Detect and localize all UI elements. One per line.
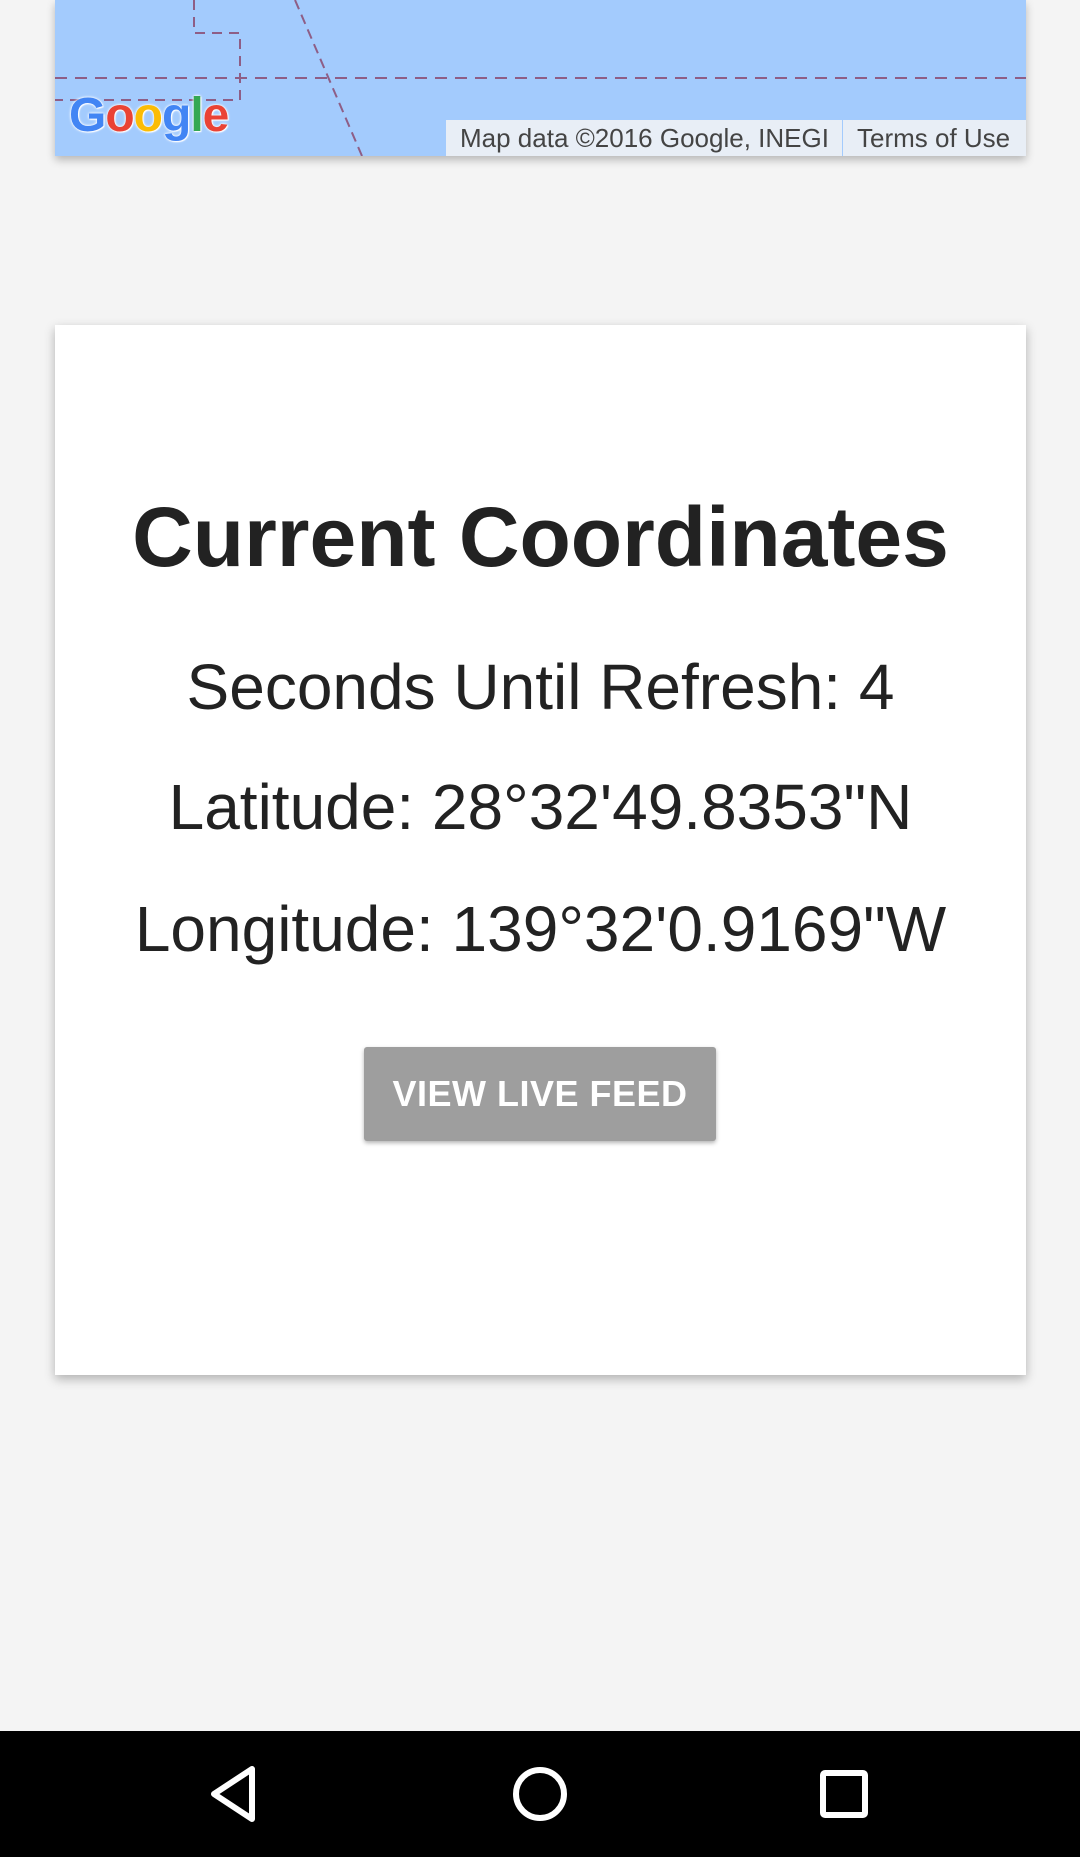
longitude-value: Longitude: 139°32'0.9169"W [134,893,947,965]
logo-letter: e [202,89,230,142]
back-button[interactable] [200,1759,270,1829]
back-triangle-icon [211,1766,255,1822]
logo-letter: o [133,89,163,142]
navigation-bar [0,1731,1080,1857]
recent-apps-square-icon [820,1770,868,1818]
state-border [55,0,241,101]
logo-letter: G [69,89,106,142]
terms-of-use-link[interactable]: Terms of Use [843,120,1026,156]
coordinates-title: Current Coordinates [132,490,949,584]
map-view[interactable]: Google Map data ©2016 Google, INEGI Term… [55,0,1026,156]
logo-letter: o [105,89,134,142]
refresh-countdown: Seconds Until Refresh: 4 [186,651,895,723]
latitude-value: Latitude: 28°32'49.8353"N [168,771,913,843]
home-button[interactable] [505,1759,575,1829]
logo-letter: l [190,89,203,142]
coordinates-card: Current Coordinates Seconds Until Refres… [55,325,1026,1375]
view-live-feed-button[interactable]: VIEW LIVE FEED [364,1047,716,1141]
logo-letter: g [162,89,191,142]
home-circle-icon [513,1767,567,1821]
map-attribution: Map data ©2016 Google, INEGI [446,120,842,156]
google-logo: Google [69,89,230,142]
recent-apps-button[interactable] [809,1759,879,1829]
